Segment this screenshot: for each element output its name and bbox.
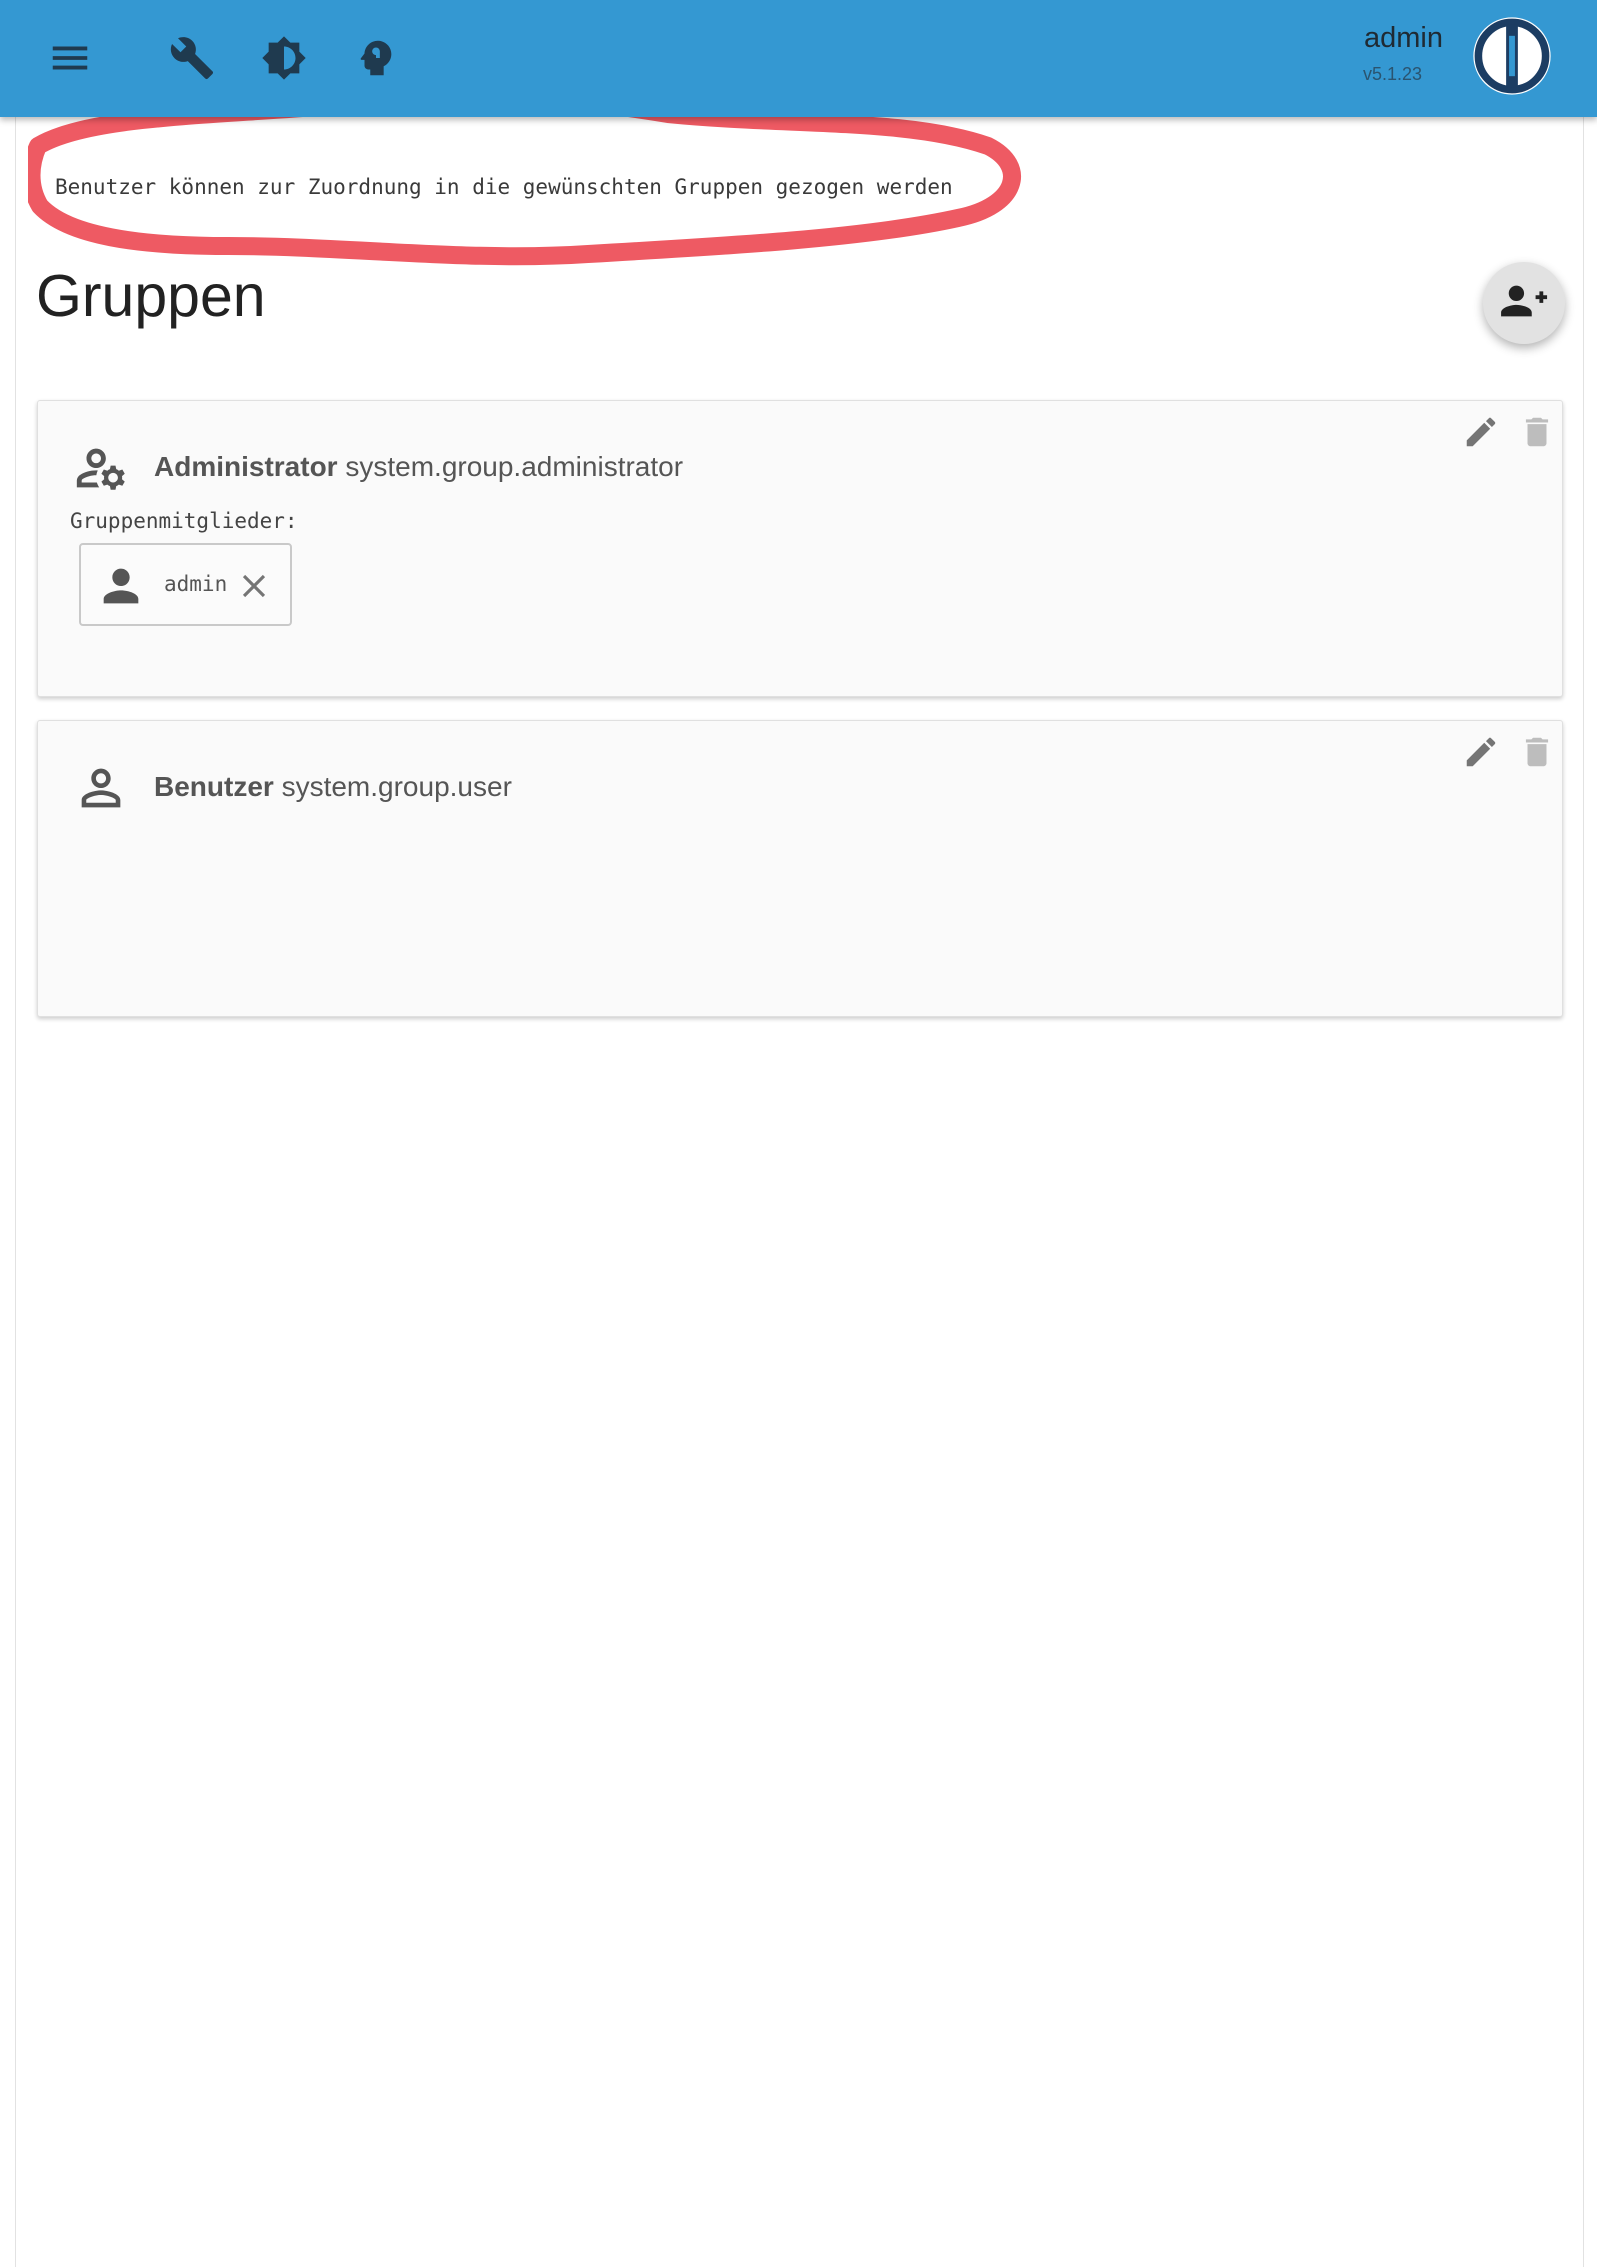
group-name: Benutzer <box>154 771 274 802</box>
pencil-icon <box>1466 417 1496 447</box>
current-user-name: admin <box>1364 22 1443 54</box>
group-name: Administrator <box>154 451 338 482</box>
group-card-administrator[interactable]: Administrator system.group.administrator… <box>37 400 1563 697</box>
trash-icon <box>1525 737 1549 767</box>
delete-group-button[interactable] <box>1512 407 1562 457</box>
app-bar: admin v5.1.23 <box>0 0 1597 117</box>
group-members-label: Gruppenmitglieder: <box>70 509 298 533</box>
trash-icon <box>1525 417 1549 447</box>
drag-hint-text: Benutzer können zur Zuordnung in die gew… <box>55 175 953 199</box>
delete-group-button[interactable] <box>1512 727 1562 777</box>
iobroker-logo <box>1473 17 1551 95</box>
group-title: Administrator system.group.administrator <box>154 451 683 483</box>
person-outline-icon <box>81 768 121 808</box>
member-name: admin <box>164 572 228 596</box>
remove-member-icon[interactable] <box>235 567 273 605</box>
expert-mode-icon <box>360 40 392 76</box>
group-title: Benutzer system.group.user <box>154 771 512 803</box>
page-title: Gruppen <box>36 263 266 329</box>
group-id: system.group.administrator <box>345 451 684 482</box>
user-gear-icon <box>76 448 125 490</box>
group-id: system.group.user <box>281 771 512 802</box>
member-chip-admin[interactable]: admin <box>79 543 292 626</box>
edit-group-button[interactable] <box>1456 727 1506 777</box>
version-label: v5.1.23 <box>1362 64 1422 84</box>
expert-mode-button[interactable] <box>336 18 416 98</box>
edit-group-button[interactable] <box>1456 407 1506 457</box>
add-group-icon <box>1501 285 1548 317</box>
theme-toggle-button[interactable] <box>244 18 324 98</box>
wrench-icon <box>170 37 214 80</box>
person-icon <box>103 568 139 604</box>
menu-icon <box>52 46 88 70</box>
group-card-user[interactable]: Benutzer system.group.user <box>37 720 1563 1017</box>
settings-button[interactable] <box>152 18 232 98</box>
menu-button[interactable] <box>30 18 110 98</box>
pencil-icon <box>1466 737 1496 767</box>
add-group-button[interactable] <box>1483 262 1565 344</box>
brightness-icon <box>262 36 306 80</box>
